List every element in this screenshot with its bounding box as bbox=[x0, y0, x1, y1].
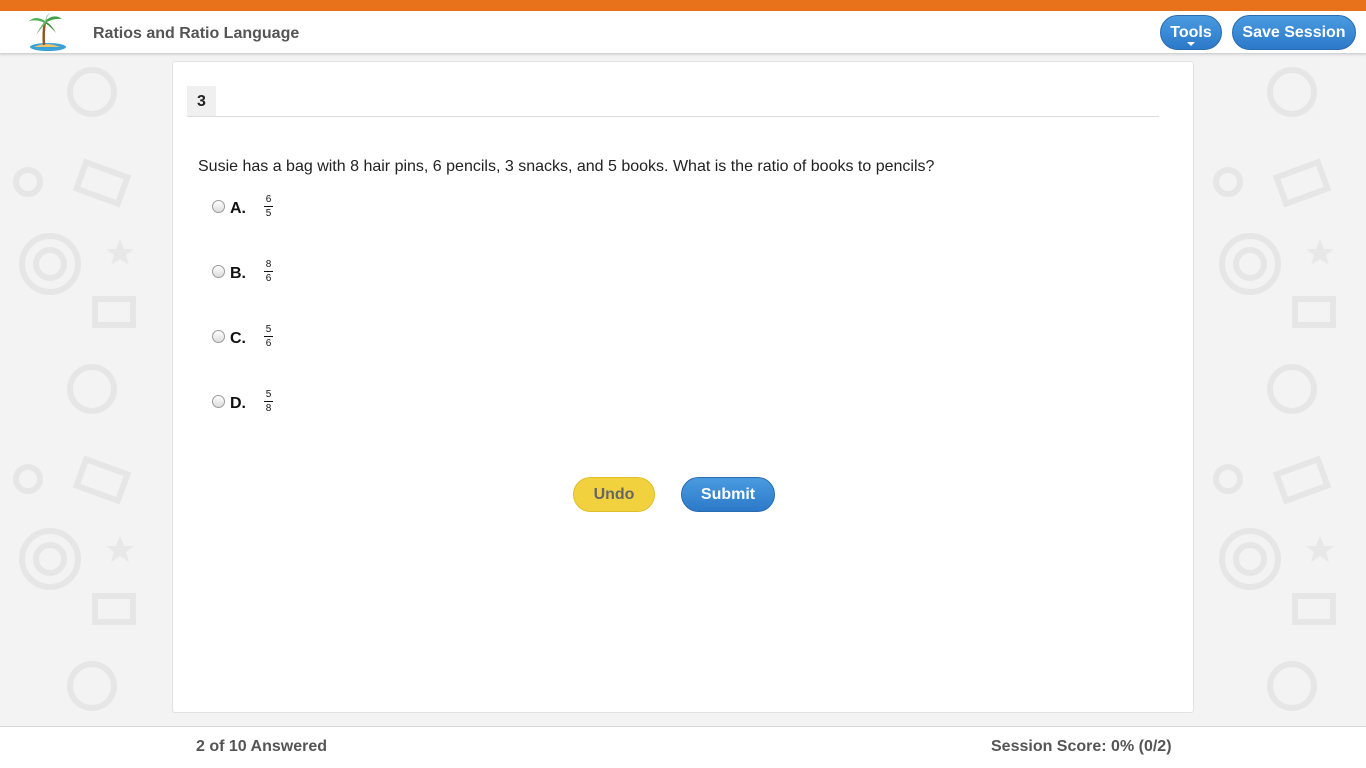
answer-option-d[interactable]: D. 5 8 bbox=[212, 389, 332, 422]
radio-button-c[interactable] bbox=[212, 330, 225, 343]
fraction-bar bbox=[264, 336, 273, 337]
option-letter: C. bbox=[230, 330, 246, 347]
radio-button-d[interactable] bbox=[212, 395, 225, 408]
numerator: 6 bbox=[265, 194, 272, 205]
answered-count: 2 of 10 Answered bbox=[196, 738, 328, 755]
chevron-down-icon bbox=[1187, 42, 1195, 46]
undo-button[interactable]: Undo bbox=[573, 477, 655, 512]
status-footer: 2 of 10 Answered Session Score: 0% (0/2) bbox=[0, 726, 1366, 768]
numerator: 5 bbox=[265, 389, 272, 400]
option-letter: D. bbox=[230, 395, 246, 412]
question-number: 3 bbox=[187, 86, 216, 117]
fraction-bar bbox=[264, 401, 273, 402]
fraction: 8 6 bbox=[264, 259, 273, 284]
question-text: Susie has a bag with 8 hair pins, 6 penc… bbox=[198, 158, 935, 175]
denominator: 8 bbox=[265, 403, 272, 414]
fraction-bar bbox=[264, 271, 273, 272]
app-title: Ratios and Ratio Language bbox=[93, 25, 300, 42]
app-header: Ratios and Ratio Language Tools Save Ses… bbox=[0, 11, 1366, 54]
option-letter: B. bbox=[230, 265, 246, 282]
fraction: 5 8 bbox=[264, 389, 273, 414]
answer-option-b[interactable]: B. 8 6 bbox=[212, 259, 332, 292]
fraction: 5 6 bbox=[264, 324, 273, 349]
radio-button-b[interactable] bbox=[212, 265, 225, 278]
denominator: 6 bbox=[265, 338, 272, 349]
option-letter: A. bbox=[230, 200, 246, 217]
denominator: 6 bbox=[265, 273, 272, 284]
question-card: 3 Susie has a bag with 8 hair pins, 6 pe… bbox=[172, 61, 1194, 713]
denominator: 5 bbox=[265, 208, 272, 219]
answer-option-a[interactable]: A. 6 5 bbox=[212, 194, 332, 227]
fraction: 6 5 bbox=[264, 194, 273, 219]
tools-button-label: Tools bbox=[1170, 24, 1212, 41]
numerator: 5 bbox=[265, 324, 272, 335]
top-accent-stripe bbox=[0, 0, 1366, 11]
palm-tree-logo-icon bbox=[24, 11, 68, 53]
save-session-button[interactable]: Save Session bbox=[1232, 15, 1356, 50]
session-score: Session Score: 0% (0/2) bbox=[991, 738, 1172, 755]
numerator: 8 bbox=[265, 259, 272, 270]
answer-option-c[interactable]: C. 5 6 bbox=[212, 324, 332, 357]
fraction-bar bbox=[264, 206, 273, 207]
submit-button[interactable]: Submit bbox=[681, 477, 775, 512]
radio-button-a[interactable] bbox=[212, 200, 225, 213]
question-divider bbox=[187, 116, 1159, 117]
tools-button[interactable]: Tools bbox=[1160, 15, 1222, 50]
